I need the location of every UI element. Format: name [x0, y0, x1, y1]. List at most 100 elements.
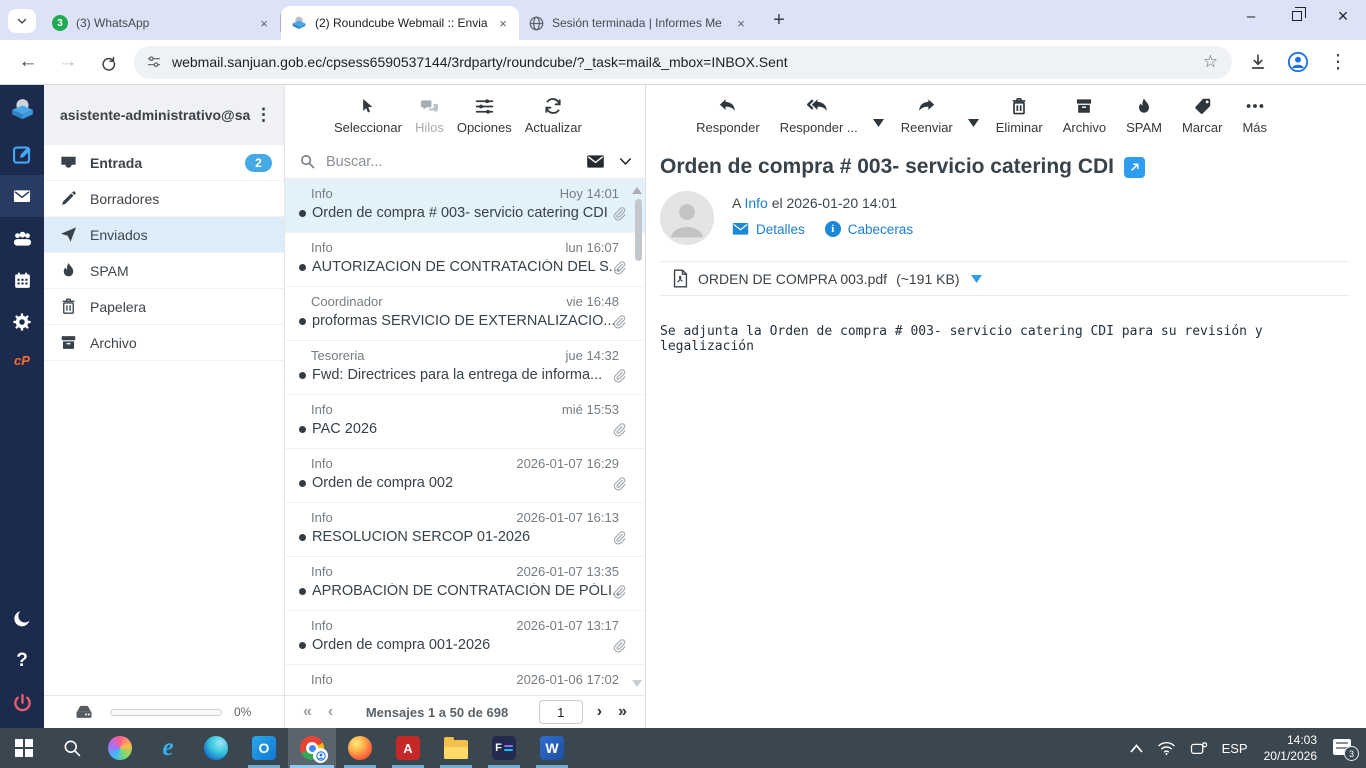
message-list-item[interactable]: Info 2026-01-07 13:17 Orden de compra 00…: [285, 611, 645, 665]
delete-button[interactable]: Eliminar: [993, 95, 1046, 135]
message-list-item[interactable]: Info mié 15:53 PAC 2026: [285, 395, 645, 449]
options-button[interactable]: Opciones: [454, 95, 515, 135]
message-list-item[interactable]: Info lun 16:07 AUTORIZACION DE CONTRATAC…: [285, 233, 645, 287]
reply-all-dropdown-icon[interactable]: [872, 119, 884, 127]
folder-entrada[interactable]: Entrada 2: [44, 145, 284, 181]
rail-calendar-button[interactable]: [0, 259, 44, 301]
details-toggle[interactable]: Detalles: [732, 222, 805, 237]
more-button[interactable]: Más: [1239, 95, 1270, 135]
search-scope-envelope-icon[interactable]: [585, 151, 606, 172]
tab-whatsapp[interactable]: 3 (3) WhatsApp ×: [42, 6, 280, 40]
attachment-menu-icon[interactable]: [970, 274, 982, 283]
message-list-item[interactable]: Info 2026-01-07 13:35 APROBACIÓN DE CONT…: [285, 557, 645, 611]
browser-menu-button[interactable]: ⋮: [1322, 46, 1354, 78]
clock[interactable]: 14:03 20/1/2026: [1255, 732, 1326, 764]
page-number-input[interactable]: [538, 700, 583, 724]
folder-borradores[interactable]: Borradores: [44, 181, 284, 217]
logout-button[interactable]: [0, 682, 44, 724]
attachment-row[interactable]: ORDEN DE COMPRA 003.pdf (~191 KB): [660, 261, 1350, 296]
site-settings-icon[interactable]: [146, 54, 162, 70]
archive-button[interactable]: Archivo: [1060, 95, 1109, 135]
back-button[interactable]: ←: [12, 46, 44, 78]
taskbar-firefox-button[interactable]: [336, 728, 384, 768]
close-window-button[interactable]: ×: [1320, 0, 1366, 32]
cpanel-button[interactable]: cP: [0, 343, 44, 377]
restore-button[interactable]: [1274, 0, 1320, 32]
taskbar-explorer-button[interactable]: [432, 728, 480, 768]
taskbar-acrobat-button[interactable]: A: [384, 728, 432, 768]
help-button[interactable]: ?: [0, 640, 44, 682]
taskbar-outlook-button[interactable]: O: [240, 728, 288, 768]
address-bar[interactable]: webmail.sanjuan.gob.ec/cpsess6590537144/…: [134, 45, 1232, 79]
minimize-button[interactable]: –: [1228, 0, 1274, 32]
close-tab-icon[interactable]: ×: [733, 15, 749, 31]
tab-roundcube-active[interactable]: (2) Roundcube Webmail :: Envia ×: [281, 6, 519, 40]
refresh-icon: [101, 56, 115, 71]
taskbar-word-button[interactable]: W: [528, 728, 576, 768]
threads-button[interactable]: Hilos: [412, 95, 447, 135]
forward-button[interactable]: →: [52, 46, 84, 78]
headers-toggle[interactable]: i Cabeceras: [824, 221, 913, 237]
taskbar-search-button[interactable]: [48, 728, 96, 768]
folder-archivo[interactable]: Archivo: [44, 325, 284, 361]
notification-center-button[interactable]: 3: [1326, 728, 1360, 768]
refresh-button[interactable]: [92, 46, 124, 78]
bookmark-star-icon[interactable]: ☆: [1199, 52, 1222, 72]
dark-mode-button[interactable]: [0, 598, 44, 640]
message-list-item[interactable]: Info 2026-01-07 16:13 RESOLUCION SERCOP …: [285, 503, 645, 557]
first-page-button[interactable]: «: [295, 703, 320, 721]
recipient-link[interactable]: Info: [744, 195, 767, 211]
folder-spam[interactable]: SPAM: [44, 253, 284, 289]
forward-button[interactable]: Reenviar: [898, 95, 956, 135]
close-tab-icon[interactable]: ×: [495, 15, 511, 31]
message-list-item[interactable]: Info Hoy 14:01 Orden de compra # 003- se…: [285, 179, 645, 233]
taskbar-ie-button[interactable]: e: [144, 728, 192, 768]
wifi-status[interactable]: [1150, 728, 1183, 768]
message-subject: AUTORIZACION DE CONTRATACIÓN DEL S...: [312, 259, 619, 275]
scrollbar-thumb[interactable]: [635, 199, 642, 261]
close-tab-icon[interactable]: ×: [256, 15, 272, 31]
new-tab-button[interactable]: +: [767, 8, 791, 32]
rail-mail-button[interactable]: [0, 175, 44, 217]
forward-dropdown-icon[interactable]: [967, 119, 979, 127]
compose-button[interactable]: [0, 133, 44, 175]
spam-button[interactable]: SPAM: [1123, 95, 1165, 135]
prev-page-button[interactable]: ‹: [320, 703, 341, 721]
last-page-button[interactable]: »: [610, 703, 635, 721]
tab-search-button[interactable]: [8, 9, 36, 33]
reply-all-button[interactable]: Responder ...: [777, 95, 861, 135]
taskbar-ftool-button[interactable]: F: [480, 728, 528, 768]
select-button[interactable]: Seleccionar: [331, 95, 405, 135]
open-in-new-window-button[interactable]: [1124, 156, 1146, 178]
rail-contacts-button[interactable]: [0, 217, 44, 259]
message-list-item[interactable]: Info 2026-01-07 16:29 Orden de compra 00…: [285, 449, 645, 503]
tray-overflow-button[interactable]: [1123, 728, 1150, 768]
reply-button[interactable]: Responder: [693, 95, 763, 135]
mark-button[interactable]: Marcar: [1179, 95, 1225, 135]
profile-button[interactable]: [1282, 46, 1314, 78]
start-button[interactable]: [0, 728, 48, 768]
folder-papelera[interactable]: Papelera: [44, 289, 284, 325]
taskbar-edge-button[interactable]: [192, 728, 240, 768]
folder-enviados[interactable]: Enviados: [44, 217, 284, 253]
next-page-button[interactable]: ›: [589, 703, 610, 721]
taskbar-copilot-button[interactable]: [96, 728, 144, 768]
rail-settings-button[interactable]: [0, 301, 44, 343]
message-list-item[interactable]: Tesoreria jue 14:32 Fwd: Directrices par…: [285, 341, 645, 395]
roundcube-logo[interactable]: [0, 85, 44, 133]
scroll-down-icon[interactable]: [632, 680, 642, 687]
tray-time: 14:03: [1286, 732, 1317, 747]
message-list-item[interactable]: Coordinador vie 16:48 proformas SERVICIO…: [285, 287, 645, 341]
scroll-up-icon[interactable]: [632, 187, 642, 194]
message-list-item[interactable]: Info 2026-01-06 17:02: [285, 665, 645, 695]
search-options-chevron-icon[interactable]: [618, 154, 633, 169]
pagination-label: Mensajes 1 a 50 de 698: [365, 704, 509, 720]
taskbar-chrome-button[interactable]: [288, 728, 336, 768]
downloads-button[interactable]: [1242, 46, 1274, 78]
language-indicator[interactable]: ESP: [1215, 728, 1255, 768]
folder-options-menu[interactable]: ⋮: [251, 105, 276, 125]
search-input[interactable]: [326, 153, 585, 170]
refresh-list-button[interactable]: Actualizar: [522, 95, 585, 135]
tab-sesion-terminada[interactable]: Sesión terminada | Informes Me ×: [519, 6, 757, 40]
meet-now-button[interactable]: [1183, 728, 1215, 768]
